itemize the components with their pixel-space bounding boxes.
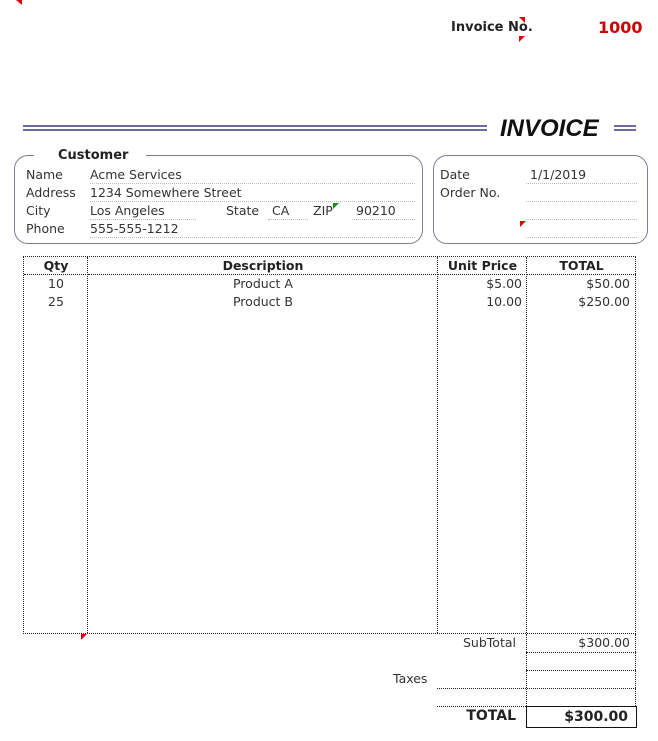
column-divider — [526, 257, 527, 633]
row-unit-price[interactable]: $5.00 — [438, 275, 522, 293]
row-qty[interactable]: 10 — [24, 275, 88, 293]
order-no-field[interactable] — [526, 185, 637, 202]
phone-label: Phone — [26, 221, 65, 236]
state-label: State — [226, 203, 260, 218]
zip-field[interactable]: 90210 — [352, 203, 415, 220]
divider — [437, 688, 636, 689]
order-extra-field[interactable] — [526, 221, 637, 238]
total-label: TOTAL — [466, 708, 516, 724]
column-divider — [437, 257, 438, 633]
row-description[interactable]: Product B — [88, 293, 438, 311]
name-label: Name — [26, 167, 63, 182]
page-title: INVOICE — [500, 115, 599, 142]
subtotal-label: SubTotal — [463, 635, 516, 650]
header-description: Description — [88, 257, 438, 275]
row-total: $250.00 — [578, 294, 630, 309]
total-value: $300.00 — [526, 706, 637, 728]
row-qty[interactable]: 25 — [24, 293, 88, 311]
row-total: $50.00 — [586, 276, 630, 291]
divider — [526, 670, 636, 671]
header-qty: Qty — [24, 257, 88, 275]
name-field[interactable]: Acme Services — [90, 167, 415, 184]
zip-label: ZIP — [313, 203, 333, 218]
column-divider — [87, 257, 88, 633]
order-no-label: Order No. — [440, 185, 501, 200]
subtotal-value: $300.00 — [578, 635, 630, 650]
comment-marker-icon — [519, 17, 525, 23]
address-field[interactable]: 1234 Somewhere Street — [90, 185, 415, 202]
state-field[interactable]: CA — [268, 203, 308, 220]
divider — [526, 652, 636, 653]
title-rule — [23, 125, 487, 131]
city-field[interactable]: Los Angeles — [90, 203, 196, 220]
phone-field[interactable]: 555-555-1212 — [90, 221, 415, 238]
comment-marker-icon — [81, 634, 87, 640]
date-label: Date — [440, 167, 470, 182]
comment-marker-icon — [16, 0, 22, 5]
row-unit-price[interactable]: 10.00 — [438, 293, 522, 311]
date-field[interactable]: 1/1/2019 — [526, 167, 637, 184]
invoice-number[interactable]: 1000 — [598, 18, 643, 37]
address-label: Address — [26, 185, 76, 200]
row-description[interactable]: Product A — [88, 275, 438, 293]
title-rule — [614, 125, 636, 131]
customer-legend: Customer — [34, 148, 146, 163]
comment-marker-icon — [333, 203, 339, 209]
comment-marker-icon — [520, 221, 526, 227]
header-unit-price: Unit Price — [438, 257, 527, 275]
header-total: TOTAL — [527, 257, 636, 275]
items-table: Qty Description Unit Price TOTAL 10 Prod… — [23, 256, 636, 634]
city-label: City — [26, 203, 51, 218]
taxes-label: Taxes — [393, 671, 428, 686]
comment-marker-icon — [519, 36, 525, 42]
order-extra-field[interactable] — [526, 203, 637, 220]
